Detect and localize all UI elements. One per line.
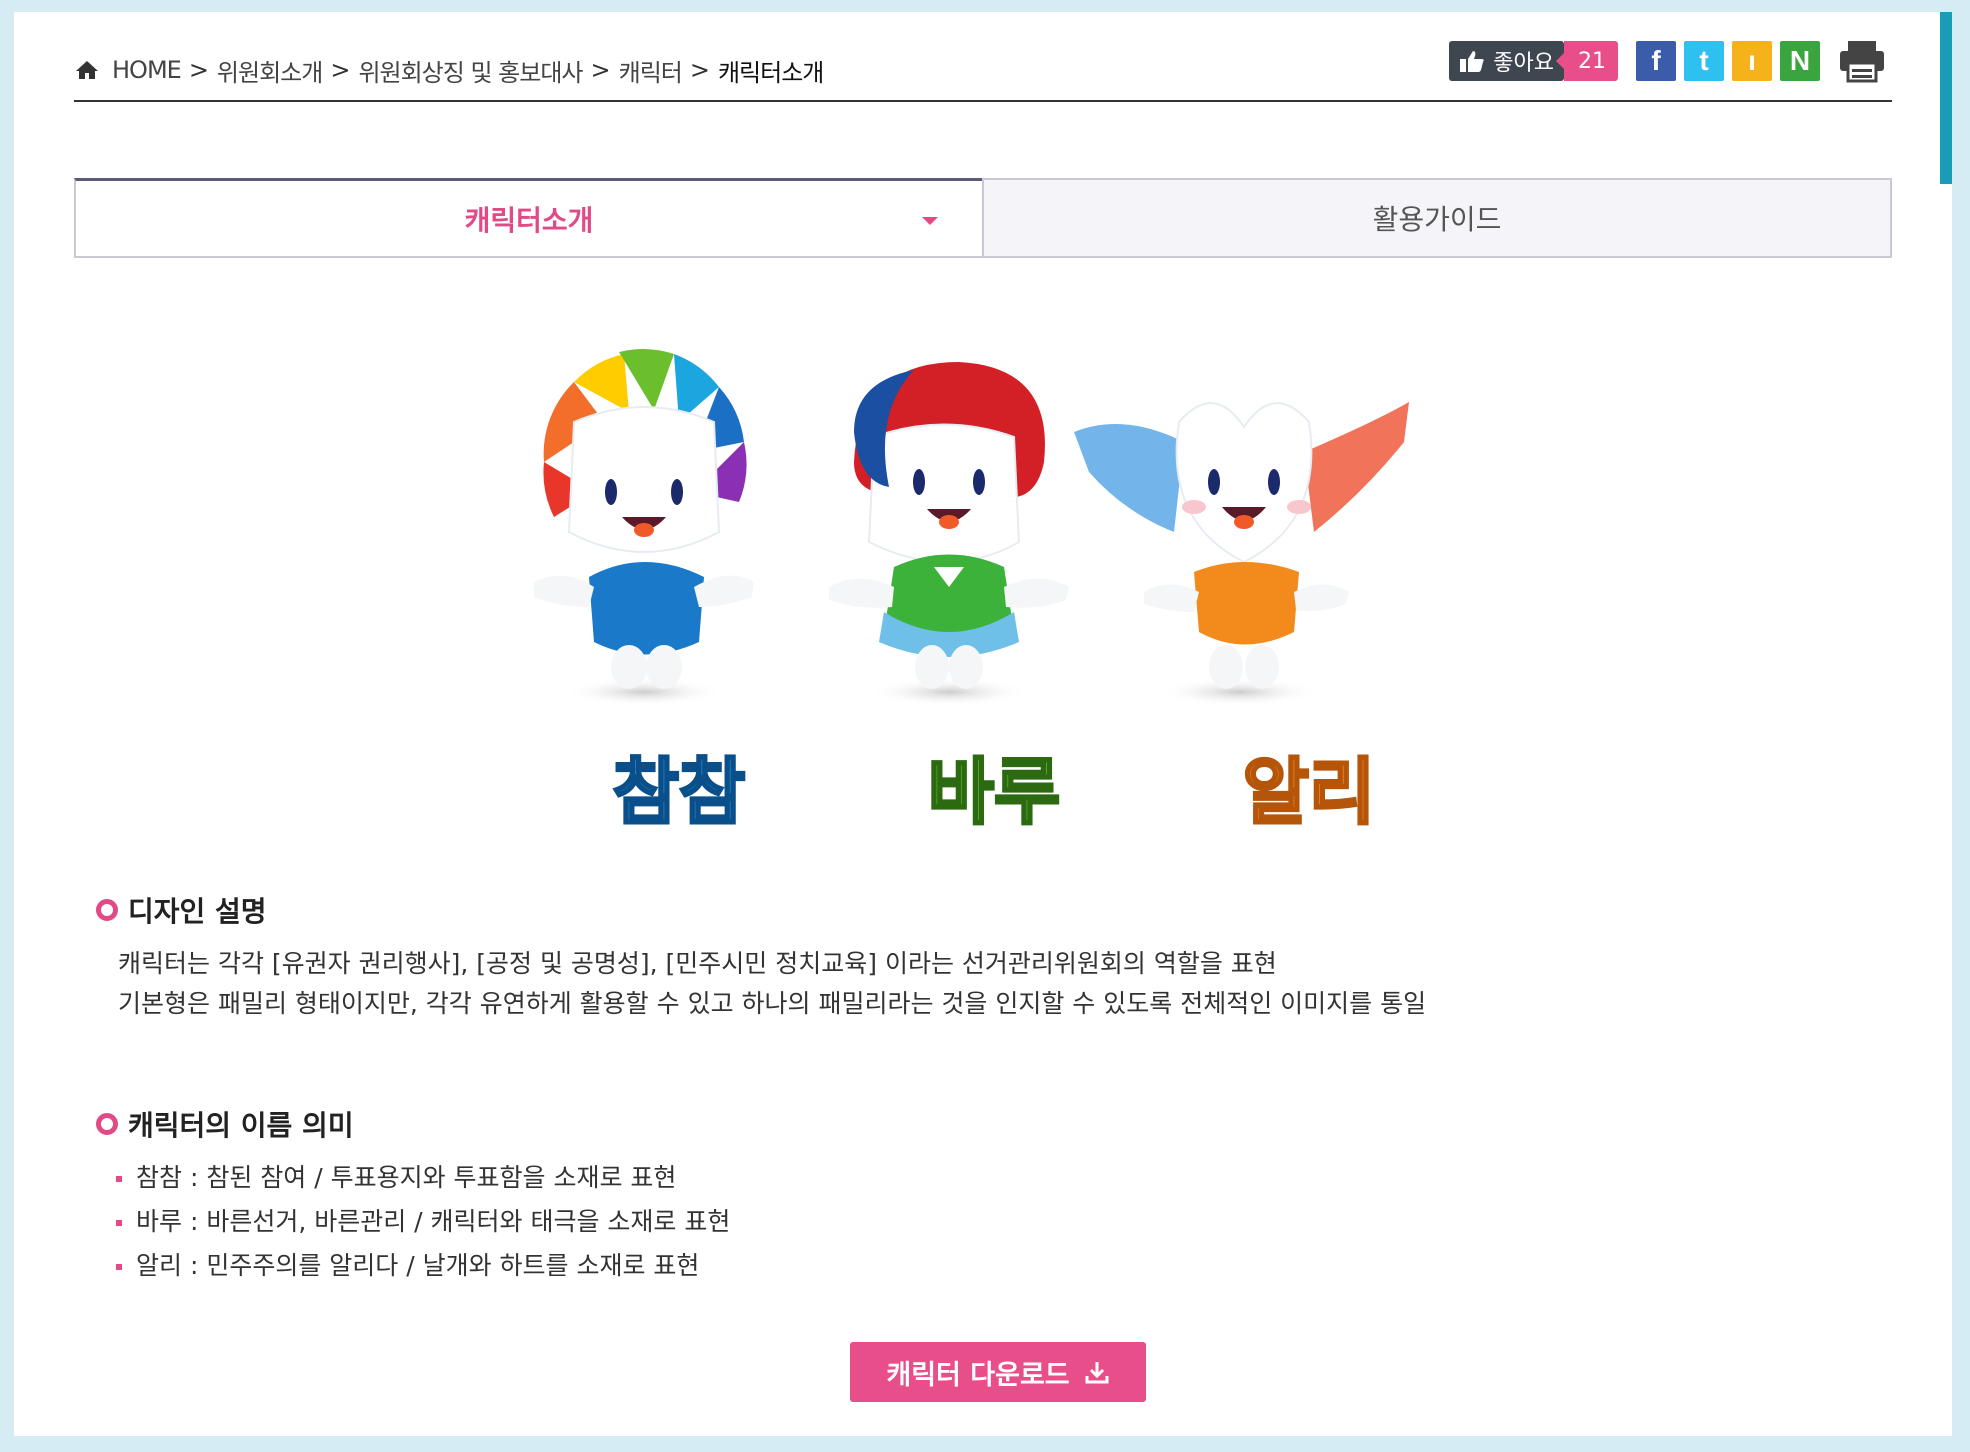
names-section-title: 캐릭터의 이름 의미 [96, 1104, 354, 1144]
download-button-label: 캐릭터 다운로드 [886, 1359, 1070, 1391]
list-item: 바루 : 바른선거, 바른관리 / 캐릭터와 태극을 소재로 표현 [114, 1200, 730, 1244]
tab-character-intro[interactable]: 캐릭터소개 [74, 178, 982, 258]
chevron-right-icon: > [689, 56, 710, 84]
tab-bar: 캐릭터소개 활용가이드 [74, 178, 1892, 258]
breadcrumb-item-symbol[interactable]: 위원회상징 및 홍보대사 [358, 53, 583, 88]
caret-down-icon[interactable] [922, 217, 938, 225]
design-section-title: 디자인 설명 [96, 890, 267, 930]
like-label: 좋아요 [1493, 51, 1554, 76]
circle-bullet-icon [96, 899, 118, 921]
chevron-right-icon: > [188, 56, 209, 84]
names-meaning-list: 참참 : 참된 참여 / 투표용지와 투표함을 소재로 표현 바루 : 바른선거… [114, 1156, 730, 1288]
breadcrumb-current: 캐릭터소개 [717, 58, 824, 87]
download-icon [1085, 1362, 1109, 1384]
naver-share-icon[interactable]: N [1780, 41, 1820, 81]
breadcrumb-item-committee[interactable]: 위원회소개 [217, 53, 323, 88]
list-item: 참참 : 참된 참여 / 투표용지와 투표함을 소재로 표현 [114, 1156, 730, 1200]
chevron-right-icon: > [590, 56, 611, 84]
breadcrumb-item-character[interactable]: 캐릭터 [619, 53, 683, 88]
twitter-share-icon[interactable]: t [1684, 41, 1724, 81]
circle-bullet-icon [96, 1113, 118, 1135]
kakaostory-share-icon[interactable]: ı [1732, 41, 1772, 81]
design-description: 캐릭터는 각각 [유권자 권리행사], [공정 및 공명성], [민주시민 정치… [118, 944, 1426, 1024]
breadcrumb: HOME > 위원회소개 > 위원회상징 및 홍보대사 > 캐릭터 > 캐릭터소… [74, 52, 824, 88]
thumbs-up-icon [1460, 51, 1484, 72]
like-count: 21 [1556, 41, 1618, 81]
facebook-share-icon[interactable]: f [1636, 41, 1676, 81]
character-illustration: 참참 바루 알리 [534, 349, 1409, 836]
content-panel: HOME > 위원회소개 > 위원회상징 및 홍보대사 > 캐릭터 > 캐릭터소… [14, 12, 1952, 1436]
chamcham-character [534, 349, 754, 706]
share-toolbar: 좋아요 21 f t ı N [1449, 38, 1886, 84]
names-title-text: 캐릭터의 이름 의미 [128, 1109, 354, 1142]
header-divider [74, 100, 1892, 102]
design-title-text: 디자인 설명 [128, 895, 267, 928]
tab-usage-guide-label: 활용가이드 [1372, 203, 1502, 236]
breadcrumb-home[interactable]: HOME [112, 56, 182, 84]
chevron-right-icon: > [330, 56, 351, 84]
character-name-chamcham: 참참 [613, 750, 745, 834]
list-item: 알리 : 민주주의를 알리다 / 날개와 하트를 소재로 표현 [114, 1244, 730, 1288]
scrollbar-thumb[interactable] [1940, 12, 1952, 184]
design-line: 캐릭터는 각각 [유권자 권리행사], [공정 및 공명성], [민주시민 정치… [118, 949, 1277, 978]
design-line: 기본형은 패밀리 형태이지만, 각각 유연하게 활용할 수 있고 하나의 패밀리… [118, 989, 1427, 1018]
like-button[interactable]: 좋아요 [1449, 41, 1564, 81]
print-icon[interactable] [1838, 39, 1886, 83]
tab-character-intro-label: 캐릭터소개 [464, 203, 594, 237]
tab-usage-guide[interactable]: 활용가이드 [982, 178, 1892, 258]
character-download-button[interactable]: 캐릭터 다운로드 [850, 1342, 1146, 1402]
character-name-ali: 알리 [1243, 750, 1375, 834]
home-icon[interactable] [74, 59, 100, 81]
ali-character [1074, 402, 1409, 706]
character-name-baru: 바루 [928, 750, 1060, 834]
baru-character [829, 362, 1069, 706]
